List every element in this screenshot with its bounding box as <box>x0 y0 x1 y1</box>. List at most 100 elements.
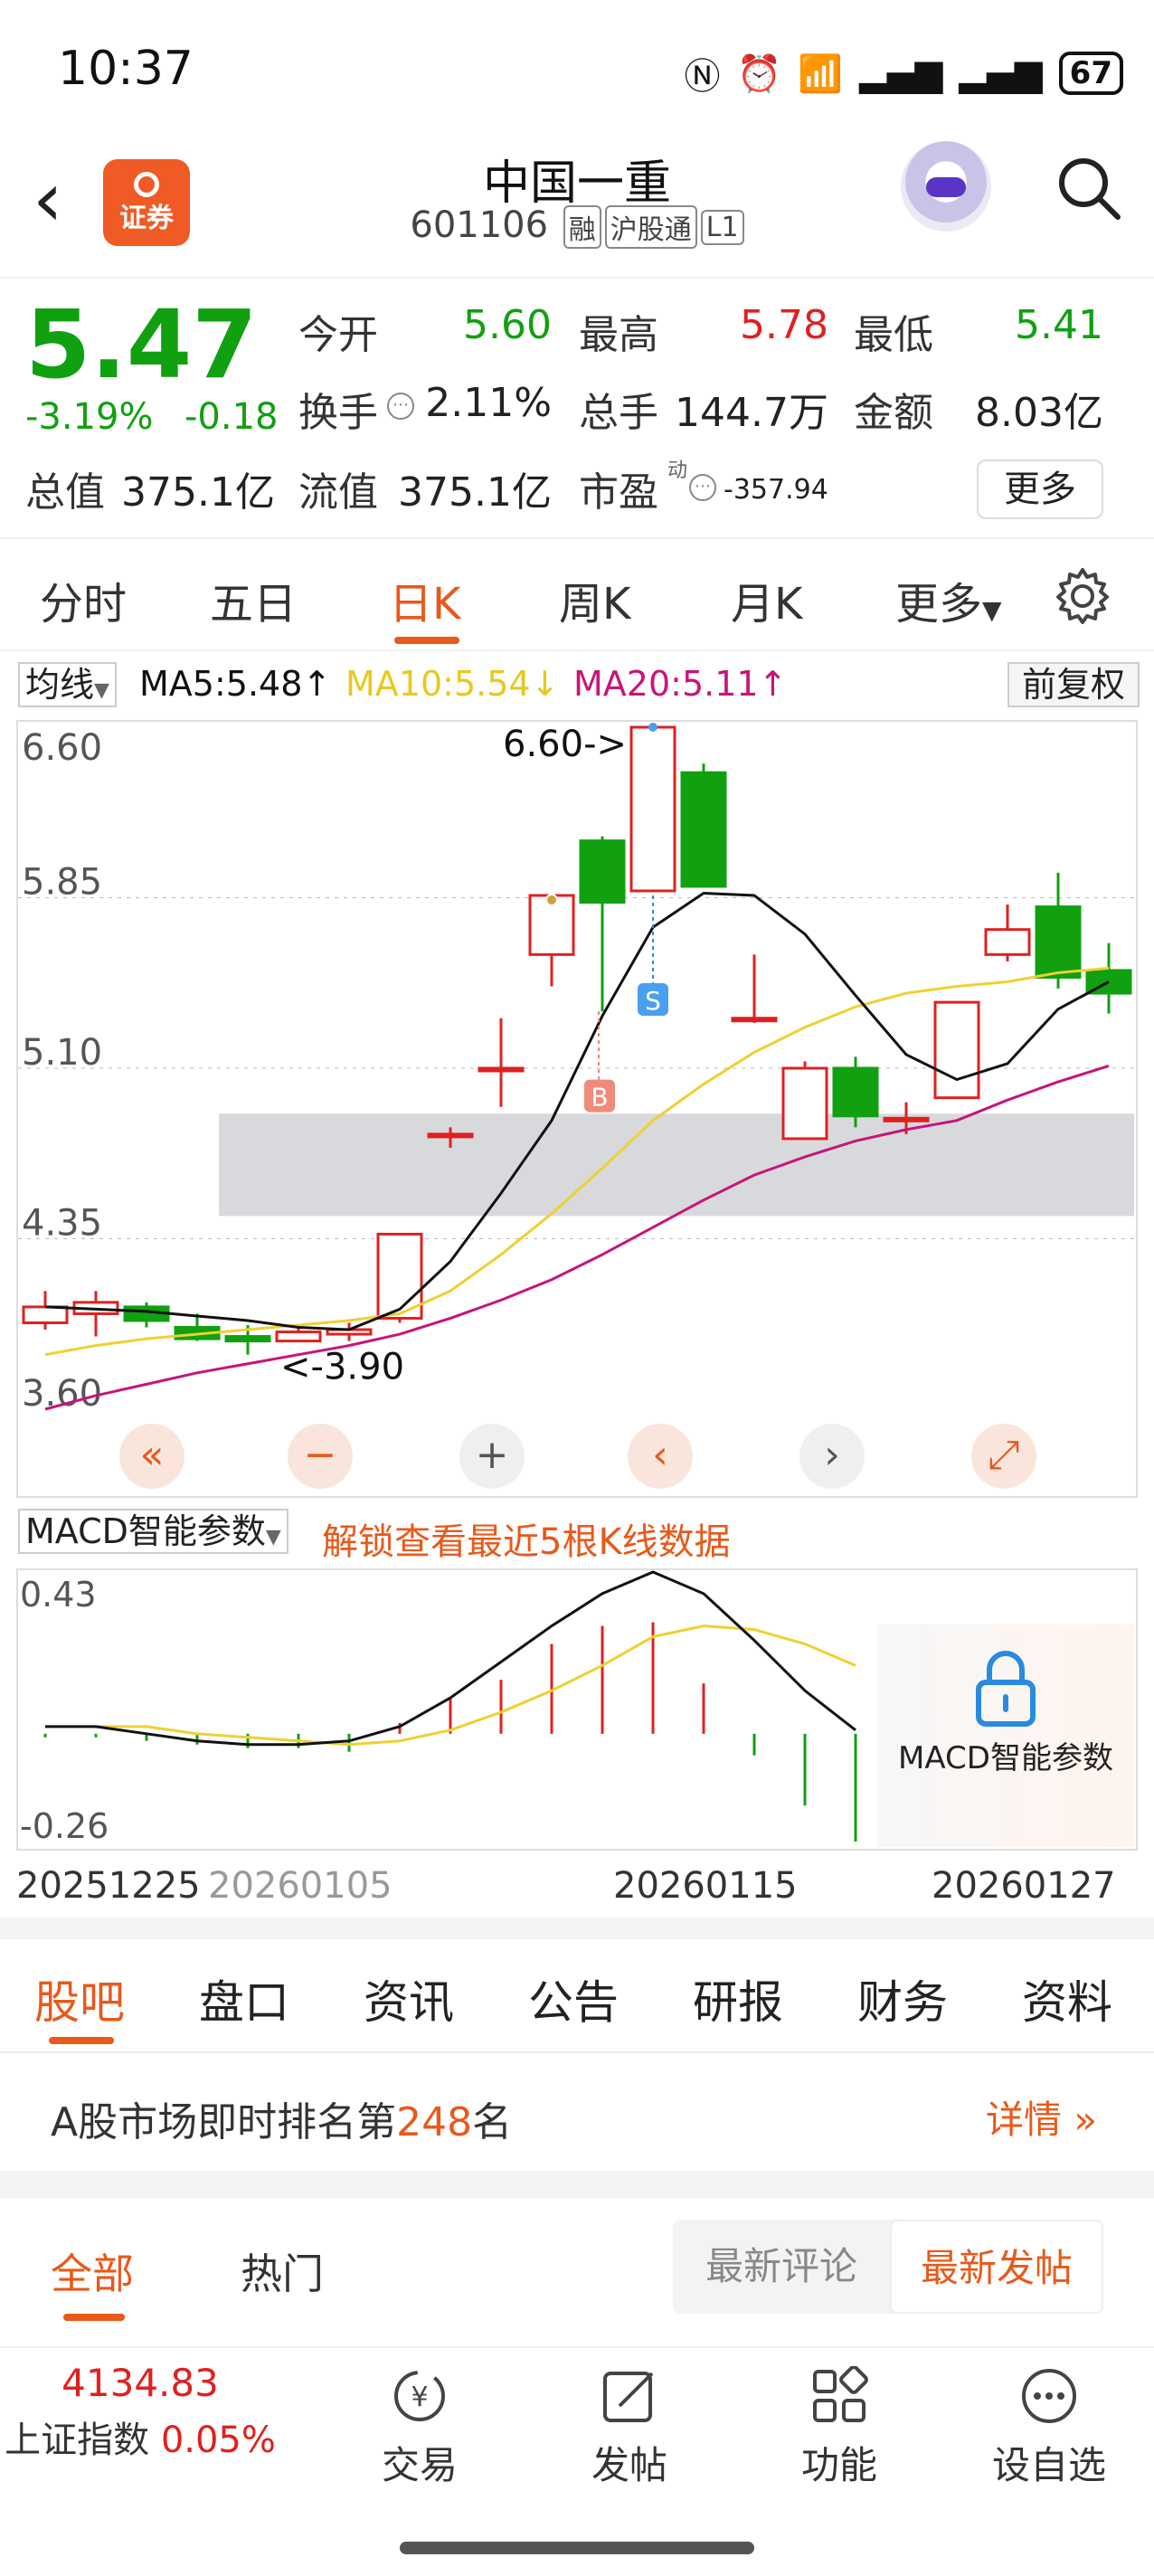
high-label: 最高 <box>579 312 658 358</box>
scroll-right-button[interactable]: › <box>799 1424 865 1489</box>
float-label: 流值 <box>298 469 378 516</box>
candle-body <box>629 725 676 893</box>
fullscreen-button[interactable]: ⤢ <box>971 1424 1036 1489</box>
sort-toggle: 最新评论 最新发帖 <box>673 2220 1103 2314</box>
nav-watchlist-label: 设自选 <box>991 2443 1106 2487</box>
stock-code: 601106 <box>410 204 549 246</box>
tag-level: L1 <box>700 209 744 245</box>
index-change: 0.05% <box>160 2420 276 2461</box>
ma-legend: 均线▼ MA5:5.48↑ MA10:5.54↓ MA20:5.11↑ 前复权 <box>18 660 1140 709</box>
tab-weekly-k[interactable]: 周K <box>559 568 630 631</box>
tab-monthly-k[interactable]: 月K <box>731 568 802 631</box>
y-tick-label: 3.60 <box>22 1373 102 1415</box>
macd-select-label: MACD智能参数 <box>25 1511 266 1551</box>
filter-hot[interactable]: 热门 <box>241 2241 324 2301</box>
buy-marker: B <box>591 1083 608 1113</box>
nfc-icon: Ⓝ <box>684 56 721 98</box>
signal-icon: ▂▄▆ <box>859 52 943 94</box>
pe-dynamic-mark: 动 <box>667 459 688 482</box>
high-mark-label: 6.60-> <box>503 724 627 765</box>
quote-panel: 5.47 -3.19% -0.18 今开 5.60 最高 5.78 最低 5.4… <box>0 280 1154 539</box>
sort-latest-post[interactable]: 最新发帖 <box>890 2220 1103 2314</box>
macd-dropdown-icon: ▼ <box>265 1526 281 1548</box>
kline-chart[interactable]: 6.60 5.85 5.10 4.35 3.60 6.60-> <-3.90 B S « − +… <box>16 720 1138 1498</box>
subtab-research[interactable]: 研报 <box>693 1966 783 2031</box>
candle-body <box>275 1331 322 1343</box>
info-icon[interactable]: ⋯ <box>387 393 414 420</box>
y-tick-label: 4.35 <box>22 1203 102 1245</box>
rank-prefix: A股市场即时排名第 <box>51 2099 397 2145</box>
y-tick-label: 5.10 <box>22 1032 102 1074</box>
ma-select-button[interactable]: 均线▼ <box>18 662 117 707</box>
open-value: 5.60 <box>463 302 552 348</box>
more-quote-button[interactable]: 更多 <box>977 459 1103 519</box>
filter-all[interactable]: 全部 <box>51 2241 134 2301</box>
nav-function[interactable]: 功能 <box>776 2365 903 2490</box>
home-indicator[interactable] <box>400 2542 754 2554</box>
kline-svg: 6.60 5.85 5.10 4.35 3.60 6.60-> <-3.90 B S <box>18 723 1136 1415</box>
nav-watchlist[interactable]: 设自选 <box>986 2366 1112 2490</box>
date-axis: 20251225 20260105 20260115 20260127 <box>16 1863 1138 1908</box>
ma5-line <box>44 891 1110 1331</box>
rank-row[interactable]: A股市场即时排名第248名 详情 » <box>0 2053 1154 2171</box>
dropdown-icon: ▼ <box>982 595 1002 625</box>
high-value: 5.78 <box>740 302 828 348</box>
tab-daily-k[interactable]: 日K <box>389 568 460 631</box>
index-widget[interactable]: 4134.83 上证指数 0.05% <box>0 2361 280 2463</box>
low-mark-label: <-3.90 <box>280 1347 404 1388</box>
battery-icon: 67 <box>1058 52 1123 95</box>
subtab-forum[interactable]: 股吧 <box>34 1966 125 2031</box>
tag-connect: 沪股通 <box>604 205 697 249</box>
zoom-out-button[interactable]: − <box>288 1424 353 1489</box>
macd-chart[interactable]: 0.43 -0.26 MACD智能参数 <box>16 1568 1138 1851</box>
event-dot <box>545 894 558 907</box>
volume-label: 总手 <box>579 390 658 436</box>
subtab-news[interactable]: 资讯 <box>364 1966 454 2031</box>
ma-dropdown-icon: ▼ <box>94 679 109 702</box>
nav-function-label: 功能 <box>800 2443 877 2487</box>
subtab-profile[interactable]: 资料 <box>1022 1966 1112 2031</box>
wifi-icon: 📶 <box>798 52 844 95</box>
gear-icon[interactable] <box>1053 566 1112 626</box>
subtab-announce[interactable]: 公告 <box>528 1966 619 2031</box>
pe-value: -357.94 <box>724 474 828 506</box>
macd-select-button[interactable]: MACD智能参数▼ <box>18 1509 288 1554</box>
volume-value: 144.7万 <box>675 390 828 436</box>
ma10-text: MA10:5.54 <box>345 664 531 704</box>
subtab-finance[interactable]: 财务 <box>857 1966 948 2031</box>
macd-lock-overlay[interactable]: MACD智能参数 <box>877 1624 1134 1847</box>
ma5-up-arrow-icon: ↑ <box>302 664 332 704</box>
pe-label: 市盈 <box>579 469 658 516</box>
macd-unlock-notice[interactable]: 解锁查看最近5根K线数据 <box>322 1512 731 1565</box>
tab-intraday[interactable]: 分时 <box>40 568 127 631</box>
filter-indicator <box>63 2314 125 2321</box>
subtab-orderbook[interactable]: 盘口 <box>199 1966 289 2031</box>
clock: 10:37 <box>58 42 194 96</box>
scroll-left-fast-button[interactable]: « <box>119 1424 184 1489</box>
header: ‹ 证券 中国一重 601106 融沪股通 L1 <box>0 136 1154 279</box>
zoom-in-button[interactable]: + <box>459 1424 525 1489</box>
tab-more[interactable]: 更多▼ <box>895 568 1002 631</box>
rank-detail-link[interactable]: 详情 » <box>986 2089 1097 2145</box>
candle-body <box>933 1000 980 1100</box>
pe-info-icon[interactable]: ⋯ <box>689 474 716 501</box>
nav-trade[interactable]: ¥ 交易 <box>356 2366 483 2490</box>
grid-icon <box>813 2365 868 2422</box>
change-amount: -0.18 <box>184 396 279 438</box>
nav-trade-label: 交易 <box>381 2443 458 2487</box>
assistant-avatar[interactable] <box>901 141 991 232</box>
sort-latest-comment[interactable]: 最新评论 <box>673 2220 890 2314</box>
last-price: 5.47 <box>25 289 258 400</box>
low-value: 5.41 <box>1015 302 1103 348</box>
index-line: 上证指数 0.05% <box>0 2410 280 2463</box>
ma10-value: MA10:5.54↓ <box>345 664 559 704</box>
adjust-button[interactable]: 前复权 <box>1007 662 1140 707</box>
rank-text: A股市场即时排名第248名 <box>51 2089 512 2147</box>
candle-body <box>427 1132 474 1139</box>
tab-five-day[interactable]: 五日 <box>210 568 297 631</box>
nav-post[interactable]: 发帖 <box>566 2366 693 2490</box>
robot-eye-icon <box>926 177 966 197</box>
ma-select-label: 均线 <box>25 665 95 705</box>
search-icon[interactable] <box>1055 154 1123 223</box>
scroll-left-button[interactable]: ‹ <box>628 1424 693 1489</box>
